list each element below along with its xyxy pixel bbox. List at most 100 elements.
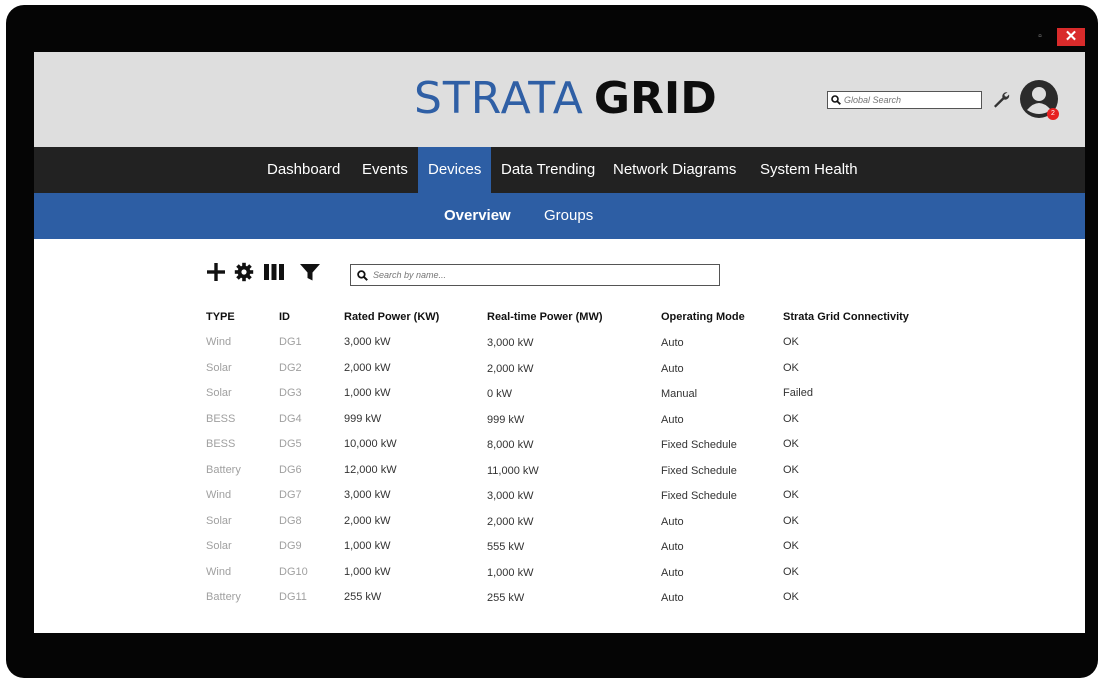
gear-icon[interactable] (234, 262, 254, 284)
table-search[interactable] (350, 264, 720, 286)
cell-id: DG8 (279, 514, 302, 527)
column-header-realtime-power[interactable]: Real-time Power (MW) (487, 311, 603, 323)
cell-operating-mode: Fixed Schedule (661, 439, 737, 451)
cell-id: DG7 (279, 489, 302, 501)
table-row[interactable]: Battery DG6 12,000 kW 11,000 kW Fixed Schedu… (34, 464, 1085, 489)
table-row[interactable]: Solar DG8 2,000 kW 2,000 kW Auto OK (34, 515, 1085, 540)
table-row[interactable]: Solar DG3 1,000 kW 0 kW Manual Failed (34, 387, 1085, 412)
cell-connectivity: OK (783, 336, 799, 348)
cell-operating-mode: Auto (661, 566, 684, 579)
table-search-input[interactable] (373, 270, 703, 280)
cell-type: Solar (206, 540, 232, 552)
cell-id: DG6 (279, 463, 302, 476)
table-row[interactable]: BESS DG5 10,000 kW 8,000 kW Fixed Schedule OK (34, 438, 1085, 463)
tab-overview[interactable]: Overview (444, 193, 511, 239)
cell-connectivity: Failed (783, 387, 813, 399)
cell-type: BESS (206, 438, 236, 450)
cell-rated-power: 12,000 kW (344, 463, 397, 476)
cell-type: Solar (206, 387, 232, 399)
table-row[interactable]: Wind DG10 1,000 kW 1,000 kW Auto OK (34, 566, 1085, 591)
cell-rated-power: 2,000 kW (344, 514, 391, 527)
cell-rated-power: 1,000 kW (344, 387, 391, 399)
cell-id: DG9 (279, 540, 302, 552)
cell-type: Wind (206, 565, 232, 578)
notification-badge: 2 (1047, 108, 1059, 120)
cell-rated-power: 3,000 kW (344, 489, 391, 501)
cell-type: Solar (206, 514, 232, 527)
cell-realtime-power: 555 kW (487, 541, 525, 553)
cell-rated-power: 1,000 kW (344, 565, 391, 578)
cell-operating-mode: Auto (661, 515, 684, 528)
cell-rated-power: 255 kW (344, 591, 382, 603)
cell-operating-mode: Auto (661, 362, 684, 375)
cell-type: Battery (206, 591, 241, 603)
cell-realtime-power: 8,000 kW (487, 439, 534, 451)
cell-realtime-power: 2,000 kW (487, 515, 534, 528)
cell-id: DG2 (279, 361, 302, 374)
nav-item-events[interactable]: Events (352, 147, 418, 193)
cell-realtime-power: 3,000 kW (487, 337, 534, 349)
cell-operating-mode: Auto (661, 413, 684, 426)
plus-icon[interactable] (206, 262, 226, 284)
cell-operating-mode: Fixed Schedule (661, 464, 737, 477)
cell-id: DG3 (279, 387, 302, 399)
cell-rated-power: 3,000 kW (344, 336, 391, 348)
cell-operating-mode: Auto (661, 337, 684, 349)
logo-strata-text: STRATA (414, 72, 584, 124)
column-header-type[interactable]: TYPE (206, 311, 235, 323)
cell-realtime-power: 999 kW (487, 413, 525, 426)
strata-grid-logo[interactable]: STRATA GRID (414, 72, 717, 124)
search-icon (351, 265, 373, 285)
cell-id: DG5 (279, 438, 302, 450)
global-search-input[interactable] (844, 95, 974, 105)
column-header-operating-mode[interactable]: Operating Mode (661, 311, 745, 323)
global-search[interactable] (827, 91, 982, 109)
cell-rated-power: 10,000 kW (344, 438, 397, 450)
cell-id: DG11 (279, 591, 307, 603)
cell-rated-power: 2,000 kW (344, 361, 391, 374)
column-header-rated-power[interactable]: Rated Power (KW) (344, 311, 439, 323)
cell-connectivity: OK (783, 489, 799, 501)
cell-type: Wind (206, 336, 232, 348)
column-header-id[interactable]: ID (279, 311, 290, 323)
cell-operating-mode: Manual (661, 388, 698, 400)
cell-rated-power: 1,000 kW (344, 540, 391, 552)
column-header-connectivity[interactable]: Strata Grid Connectivity (783, 311, 909, 323)
columns-icon[interactable] (263, 262, 285, 284)
table-row[interactable]: Solar DG9 1,000 kW 555 kW Auto OK (34, 540, 1085, 565)
table-row[interactable]: Wind DG7 3,000 kW 3,000 kW Fixed Schedule OK (34, 489, 1085, 514)
nav-item-network-diagrams[interactable]: Network Diagrams (603, 147, 746, 193)
filter-icon[interactable] (299, 262, 321, 284)
table-row[interactable]: Wind DG1 3,000 kW 3,000 kW Auto OK (34, 336, 1085, 361)
nav-item-dashboard[interactable]: Dashboard (257, 147, 350, 193)
cell-type: Wind (206, 489, 232, 501)
app-screen: STRATA GRID 2 Dashboard Events Devic (34, 52, 1085, 633)
table-row[interactable]: BESS DG4 999 kW 999 kW Auto OK (34, 413, 1085, 438)
cell-connectivity: OK (783, 591, 799, 603)
cell-connectivity: OK (783, 514, 799, 527)
cell-operating-mode: Fixed Schedule (661, 490, 737, 502)
cell-connectivity: OK (783, 361, 799, 374)
cell-realtime-power: 1,000 kW (487, 566, 534, 579)
cell-id: DG1 (279, 336, 302, 348)
wrench-icon[interactable] (991, 90, 1011, 110)
cell-id: DG4 (279, 412, 302, 425)
nav-item-data-trending[interactable]: Data Trending (491, 147, 605, 193)
tab-groups[interactable]: Groups (544, 193, 593, 239)
cell-connectivity: OK (783, 438, 799, 450)
restore-window-icon[interactable]: ▫ (1034, 31, 1046, 43)
cell-operating-mode: Auto (661, 592, 684, 604)
nav-item-system-health[interactable]: System Health (750, 147, 868, 193)
close-window-button[interactable]: ✕ (1057, 28, 1085, 46)
cell-type: Solar (206, 361, 232, 374)
cell-realtime-power: 2,000 kW (487, 362, 534, 375)
nav-item-devices[interactable]: Devices (418, 147, 492, 193)
search-icon (828, 92, 844, 108)
table-row[interactable]: Solar DG2 2,000 kW 2,000 kW Auto OK (34, 362, 1085, 387)
main-nav: Dashboard Events Devices Data Trending N… (34, 147, 1085, 193)
table-row[interactable]: Battery DG11 255 kW 255 kW Auto OK (34, 591, 1085, 616)
cell-connectivity: OK (783, 540, 799, 552)
cell-realtime-power: 255 kW (487, 592, 525, 604)
cell-realtime-power: 11,000 kW (487, 464, 539, 477)
logo-grid-text: GRID (593, 72, 717, 124)
